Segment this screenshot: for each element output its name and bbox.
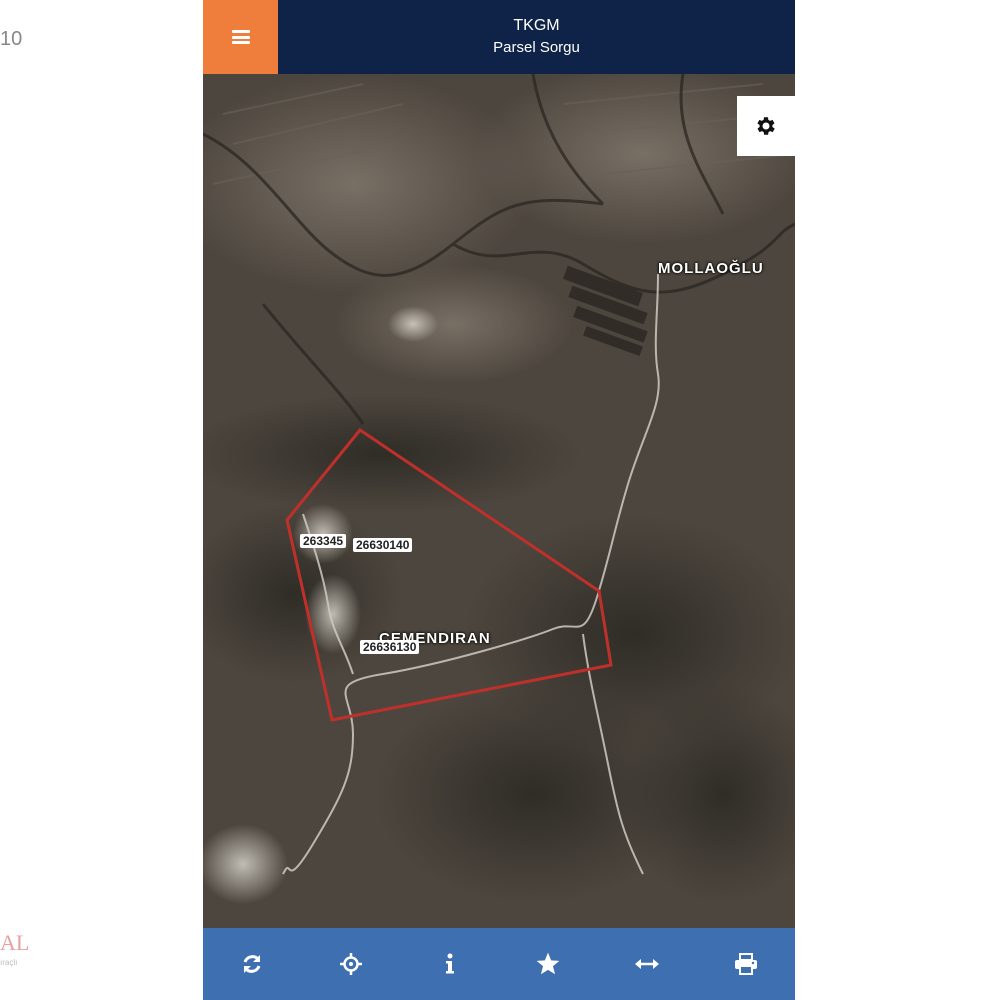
page: 10 AL ıraçlı TKGM Parsel Sorgu MOLLAOĞLU… <box>0 0 1000 1000</box>
star-icon <box>536 952 560 975</box>
settings-button[interactable] <box>737 96 795 156</box>
parcel-number-label-1[interactable]: 263345 <box>300 534 347 548</box>
refresh-icon <box>243 955 261 973</box>
crosshair-icon <box>339 953 362 975</box>
header-titles: TKGM Parsel Sorgu <box>278 0 795 74</box>
edge-logo-subtext: ıraçlı <box>0 958 18 967</box>
parcel-number-label-3[interactable]: 26636130 <box>360 640 420 654</box>
satellite-imagery <box>203 64 795 928</box>
arrows-horizontal-icon <box>634 959 659 969</box>
edge-number-text: 10 <box>0 28 23 50</box>
gear-icon <box>757 117 775 135</box>
app-header: TKGM Parsel Sorgu <box>203 0 795 74</box>
favorite-button[interactable] <box>518 934 578 994</box>
app-title: TKGM <box>513 17 560 34</box>
bottom-toolbar <box>203 928 795 1000</box>
satellite-map[interactable]: MOLLAOĞLU ÇEMENDIRAN 263345 26630140 266… <box>203 64 795 928</box>
print-button[interactable] <box>716 934 776 994</box>
app-screen: TKGM Parsel Sorgu MOLLAOĞLU ÇEMENDIRAN 2… <box>203 0 795 1000</box>
measure-button[interactable] <box>617 934 677 994</box>
village-label-1: MOLLAOĞLU <box>658 260 764 277</box>
hamburger-icon <box>231 30 250 44</box>
edge-logo-fragment: AL <box>0 930 30 955</box>
locate-button[interactable] <box>321 934 381 994</box>
info-button[interactable] <box>420 934 480 994</box>
menu-button[interactable] <box>203 0 278 74</box>
print-icon <box>734 953 757 975</box>
parcel-number-label-2[interactable]: 26630140 <box>353 538 413 552</box>
refresh-button[interactable] <box>222 934 282 994</box>
info-icon <box>445 953 454 974</box>
app-subtitle: Parsel Sorgu <box>493 39 580 56</box>
